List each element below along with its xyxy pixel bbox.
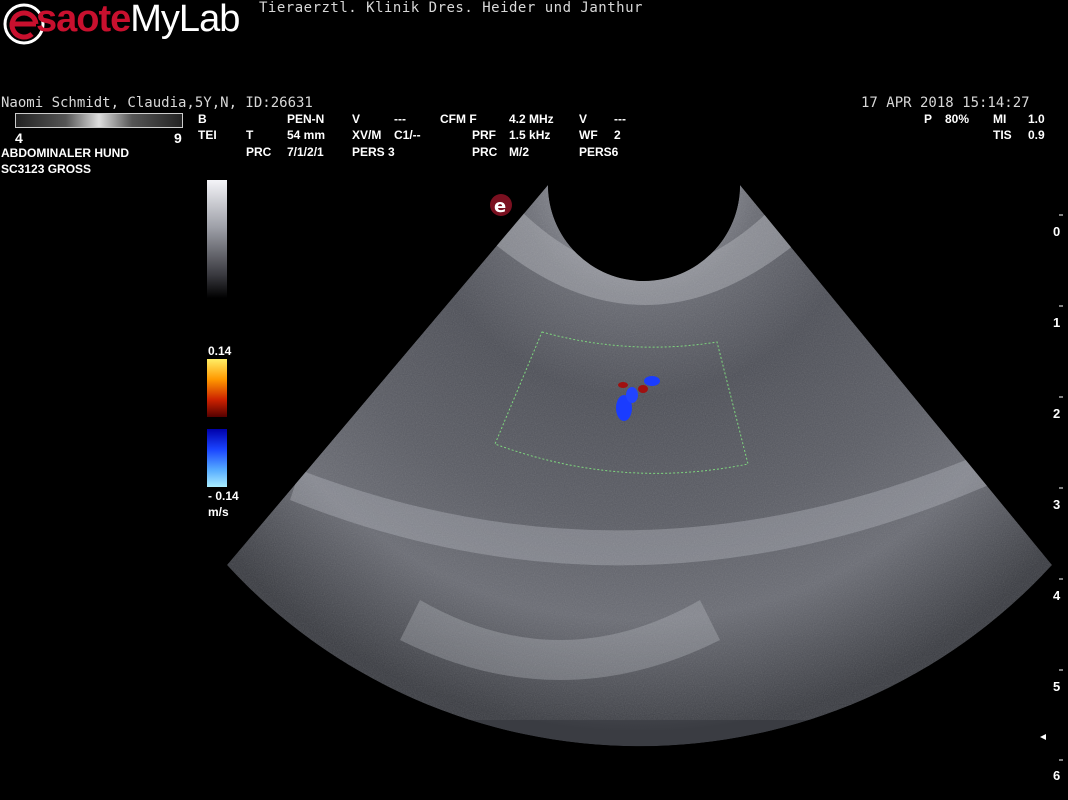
param-b: B xyxy=(198,112,207,126)
param-prf-value: 1.5 kHz xyxy=(509,128,551,142)
param-t: T xyxy=(246,128,254,142)
grayscale-max: 9 xyxy=(174,130,182,146)
param-v1: V xyxy=(352,112,361,126)
param-mi: MI xyxy=(993,112,1007,126)
param-v1-value: --- xyxy=(394,112,406,126)
param-prc-label: PRC xyxy=(246,145,272,159)
velocity-positive-bar xyxy=(207,359,227,417)
param-wf-value: 2 xyxy=(614,128,621,142)
param-prc2: PRC xyxy=(472,145,498,159)
brand-wordmark: saoteMyLab xyxy=(36,0,240,40)
param-p: P xyxy=(924,112,933,126)
param-prc2-value: M/2 xyxy=(509,145,530,159)
focus-marker-icon[interactable] xyxy=(1040,734,1046,740)
param-prc-value: 7/1/2/1 xyxy=(287,145,324,159)
velocity-top: 0.14 xyxy=(208,344,232,358)
exam-datetime: 17 APR 2018 15:14:27 xyxy=(861,95,1030,111)
velocity-negative-bar xyxy=(207,429,227,487)
param-depth: 54 mm xyxy=(287,128,326,142)
grayscale-map-bar xyxy=(15,113,183,128)
param-tis: TIS xyxy=(993,128,1012,142)
param-v2-value: --- xyxy=(614,112,626,126)
param-p-value: 80% xyxy=(945,112,970,126)
depth-label-2: 2 xyxy=(1053,406,1061,421)
param-prf: PRF xyxy=(472,128,496,142)
patient-info: Naomi Schmidt, Claudia,5Y,N, ID:26631 xyxy=(1,95,313,111)
grayscale-min: 4 xyxy=(15,130,23,146)
param-pers6: PERS6 xyxy=(579,145,619,159)
depth-label-0: 0 xyxy=(1053,224,1061,239)
svg-text:e: e xyxy=(494,196,506,217)
clinic-name: Tieraerztl. Klinik Dres. Heider und Jant… xyxy=(259,0,643,16)
param-pers3: PERS 3 xyxy=(352,145,395,159)
param-tei: TEI xyxy=(198,128,217,142)
depth-label-5: 5 xyxy=(1053,679,1061,694)
brand-mark-icon: e xyxy=(490,194,512,217)
depth-label-3: 3 xyxy=(1053,497,1061,512)
velocity-bottom: - 0.14 xyxy=(208,489,239,503)
param-mi-value: 1.0 xyxy=(1028,112,1045,126)
param-pen: PEN-N xyxy=(287,112,325,126)
depth-label-1: 1 xyxy=(1053,315,1061,330)
velocity-unit: m/s xyxy=(208,505,229,519)
grayscale-vertical-bar xyxy=(207,180,227,298)
param-c1: C1/-- xyxy=(394,128,421,142)
param-frequency: 4.2 MHz xyxy=(509,112,554,126)
depth-label-4: 4 xyxy=(1053,588,1061,603)
speckle-layer xyxy=(227,185,1052,720)
probe-info: SC3123 GROSS xyxy=(1,162,92,176)
depth-label-6: 6 xyxy=(1053,768,1061,783)
param-cfm: CFM F xyxy=(440,112,477,126)
exam-preset: ABDOMINALER HUND xyxy=(1,146,129,160)
param-wf: WF xyxy=(579,128,598,142)
param-tis-value: 0.9 xyxy=(1028,128,1045,142)
param-v2: V xyxy=(579,112,588,126)
param-xvm: XV/M xyxy=(352,128,382,142)
